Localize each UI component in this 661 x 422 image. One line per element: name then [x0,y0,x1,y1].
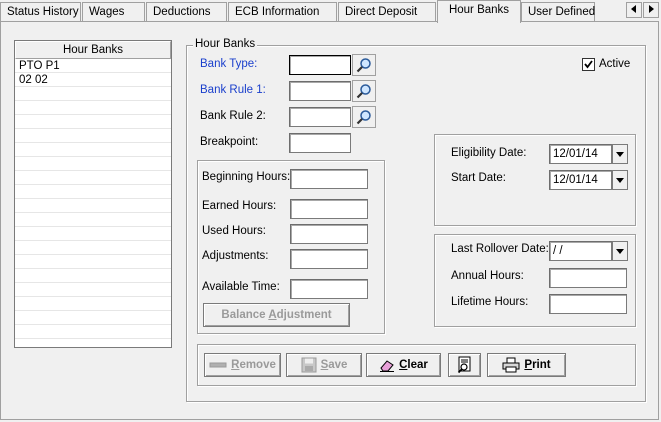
eligibility-date-input[interactable]: 12/01/14 [549,144,612,164]
eligibility-date-dropdown[interactable] [612,144,628,164]
print-preview-button[interactable] [448,353,481,377]
list-header: Hour Banks [15,41,171,59]
bank-rule-1-lookup-button[interactable] [352,80,376,102]
bank-rule-1-input[interactable] [289,81,351,101]
list-empty-row [15,283,171,297]
bank-type-label: Bank Type: [200,58,258,70]
list-empty-row [15,143,171,157]
tab-direct-deposit[interactable]: Direct Deposit [338,2,436,22]
eraser-icon [380,360,395,372]
print-label: Print [524,359,551,371]
adjustments-input[interactable] [290,249,368,269]
tab-status-history[interactable]: Status History [0,2,81,22]
floppy-disk-icon [301,357,317,373]
beginning-hours-label: Beginning Hours: [202,171,291,183]
magnifier-icon [356,110,371,125]
list-empty-row [15,87,171,101]
save-label: Save [320,359,348,371]
hour-banks-list[interactable]: Hour Banks PTO P1 02 02 [14,40,172,348]
remove-label: Remove [231,359,276,371]
chevron-left-icon [631,5,636,13]
list-empty-row [15,213,171,227]
tab-deductions[interactable]: Deductions [146,2,227,22]
bank-rule-2-label: Bank Rule 2: [200,110,266,122]
bank-rule-2-input[interactable] [289,107,351,127]
list-empty-row [15,269,171,283]
tab-scroll-right-button[interactable] [643,2,659,18]
annual-hours-input[interactable] [549,268,627,288]
earned-hours-label: Earned Hours: [202,200,277,212]
triangle-down-icon [616,177,624,183]
used-hours-input[interactable] [290,224,368,244]
active-checkbox[interactable] [582,58,595,71]
bank-rule-2-lookup-button[interactable] [352,106,376,128]
list-empty-row [15,101,171,115]
list-item[interactable]: PTO P1 [15,59,171,73]
magnifier-icon [356,58,371,73]
start-date-input[interactable]: 12/01/14 [549,170,612,190]
earned-hours-input[interactable] [290,199,368,219]
beginning-hours-input[interactable] [290,169,368,189]
list-empty-row [15,171,171,185]
active-label: Active [599,58,631,70]
balance-adjustment-button[interactable]: Balance Adjustment [203,303,350,327]
last-rollover-date-dropdown[interactable] [612,241,628,261]
start-date-label: Start Date: [451,172,506,184]
list-empty-row [15,157,171,171]
last-rollover-date-label: Last Rollover Date: [451,243,549,255]
list-empty-row [15,311,171,325]
minus-icon [209,362,227,368]
list-empty-row [15,129,171,143]
printer-icon [502,357,520,373]
print-preview-icon [457,356,470,374]
tab-ecb-information[interactable]: ECB Information [228,2,337,22]
print-button[interactable]: Print [487,353,566,377]
remove-button[interactable]: Remove [204,353,281,377]
list-empty-row [15,199,171,213]
adjustments-label: Adjustments: [202,250,269,262]
chevron-right-icon [649,5,654,13]
balance-adjustment-label: Balance Adjustment [221,309,332,321]
checkmark-icon [584,60,593,69]
list-empty-row [15,325,171,339]
used-hours-label: Used Hours: [202,225,266,237]
list-item[interactable]: 02 02 [15,73,171,87]
tab-user-defined[interactable]: User Defined [521,2,595,22]
list-empty-row [15,115,171,129]
clear-label: Clear [399,359,428,371]
clear-button[interactable]: Clear [366,353,441,377]
triangle-down-icon [616,151,624,157]
list-empty-row [15,255,171,269]
lifetime-hours-input[interactable] [549,294,627,314]
tab-bar: Status History Wages Deductions ECB Info… [0,0,661,23]
lifetime-hours-label: Lifetime Hours: [451,296,529,308]
last-rollover-date-input[interactable]: / / [549,241,612,261]
bank-type-input[interactable] [289,55,351,75]
save-button[interactable]: Save [286,353,362,377]
bank-type-lookup-button[interactable] [352,54,376,76]
available-time-input[interactable] [290,279,368,299]
annual-hours-label: Annual Hours: [451,270,524,282]
eligibility-date-label: Eligibility Date: [451,147,527,159]
list-empty-row [15,241,171,255]
triangle-down-icon [616,248,624,254]
list-empty-row [15,227,171,241]
tab-wages[interactable]: Wages [82,2,145,22]
bank-rule-1-label: Bank Rule 1: [200,84,266,96]
group-title: Hour Banks [193,38,258,50]
magnifier-icon [356,84,371,99]
tab-scroll-left-button[interactable] [626,2,642,18]
tab-hour-banks[interactable]: Hour Banks [437,0,521,23]
breakpoint-label: Breakpoint: [200,136,259,148]
list-empty-row [15,297,171,311]
start-date-dropdown[interactable] [612,170,628,190]
available-time-label: Available Time: [202,281,280,293]
breakpoint-input[interactable] [289,133,351,153]
list-empty-row [15,185,171,199]
